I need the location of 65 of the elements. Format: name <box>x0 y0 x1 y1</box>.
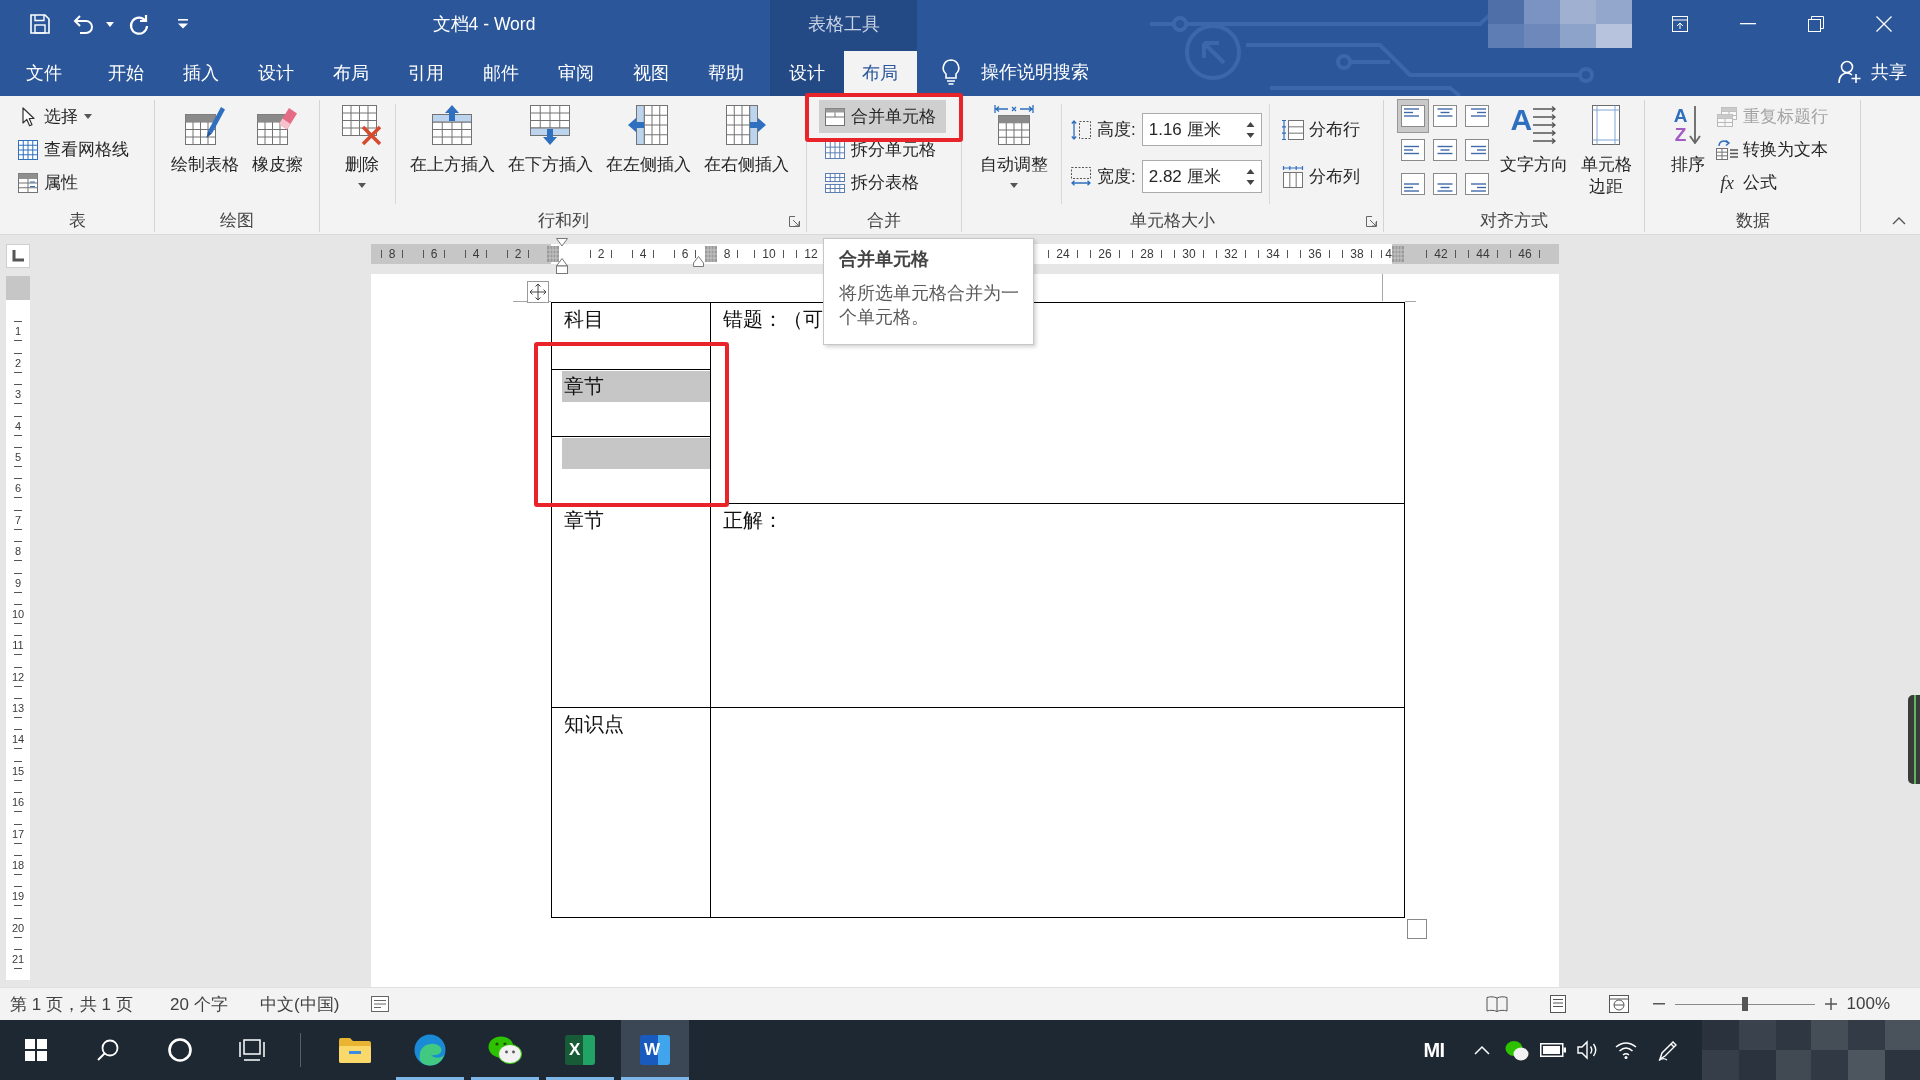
ruler-number: 4 <box>14 419 22 432</box>
ruler-number: 21 <box>11 953 25 966</box>
cell-text: 章节 <box>563 508 605 533</box>
group-label: 表 <box>68 210 86 232</box>
ruler-number: 4 <box>472 247 480 261</box>
cell-text: 正解： <box>722 508 784 533</box>
formula-icon: fx <box>1720 172 1734 193</box>
ruler-number: 8 <box>723 247 731 261</box>
ruler-number: 18 <box>11 859 25 871</box>
ruler-number: 11 <box>12 639 24 652</box>
tooltip-title: 合并单元格 <box>839 248 930 271</box>
ruler-number: 2 <box>514 247 522 261</box>
contextual-tab-header: 表格工具 <box>770 0 917 48</box>
group-label: 行和列 <box>537 210 589 232</box>
document-icon: W <box>640 1035 670 1065</box>
ruler-number: 4 <box>639 247 647 261</box>
group-label: 数据 <box>1735 210 1770 232</box>
cell-text: 章节 <box>562 371 710 402</box>
ruler-number: 8 <box>14 545 22 558</box>
ruler-number: 16 <box>11 796 25 809</box>
ruler-number: 32 <box>1224 247 1238 261</box>
ruler-number: 5 <box>14 450 22 463</box>
group-label: 单元格大小 <box>1130 210 1215 232</box>
ruler-number: 8 <box>388 247 396 261</box>
cell-text: 知识点 <box>563 712 625 737</box>
field-label: 宽度: <box>1097 166 1136 188</box>
tooltip-text: 将所选单元格合并为一个单元格。 <box>839 282 1020 329</box>
ruler-number: 2 <box>597 247 605 261</box>
ruler-number: 38 <box>1350 247 1364 261</box>
ruler-number: 28 <box>1140 247 1154 261</box>
ruler-number: 7 <box>14 513 22 526</box>
ruler-number: 10 <box>11 607 25 620</box>
cell-text: 科目 <box>563 307 605 332</box>
ruler-number: 26 <box>1098 247 1112 261</box>
group-label: 绘图 <box>220 210 254 232</box>
ruler-number: 44 <box>1476 247 1490 261</box>
ruler-number: 10 <box>762 247 776 261</box>
window-title: 文档4 - Word <box>432 13 536 36</box>
ruler-number: 6 <box>430 247 438 261</box>
group-label: 合并 <box>867 210 901 232</box>
ruler-number: 15 <box>11 764 25 777</box>
ruler-number: 17 <box>11 827 25 840</box>
ruler-number: 46 <box>1518 247 1532 261</box>
ruler-number: 9 <box>14 576 22 589</box>
ruler-number: 14 <box>11 733 25 746</box>
cell-text: 错题：（可 <box>722 307 824 332</box>
ruler-number: 6 <box>681 247 689 261</box>
field-label: 高度: <box>1097 119 1136 141</box>
ruler-number: 20 <box>11 921 25 934</box>
ruler-number: 1 <box>14 325 22 338</box>
ruler-number: 30 <box>1182 247 1196 261</box>
ruler-number: 42 <box>1434 247 1448 261</box>
ruler-number: 4 <box>1385 247 1392 261</box>
ruler-number: 6 <box>14 482 22 495</box>
ruler-number: 19 <box>11 890 25 903</box>
ruler-number: 36 <box>1308 247 1322 261</box>
ruler-number: 2 <box>14 356 22 369</box>
ruler-number: 12 <box>11 670 25 683</box>
ruler-number: 24 <box>1056 247 1070 261</box>
ruler-number: 12 <box>804 247 818 261</box>
ruler-number: 34 <box>1266 247 1280 261</box>
spreadsheet-icon: X <box>565 1035 595 1065</box>
ruler-number: 3 <box>14 388 22 401</box>
group-label: 对齐方式 <box>1480 210 1548 232</box>
ruler-number: 13 <box>11 702 25 715</box>
